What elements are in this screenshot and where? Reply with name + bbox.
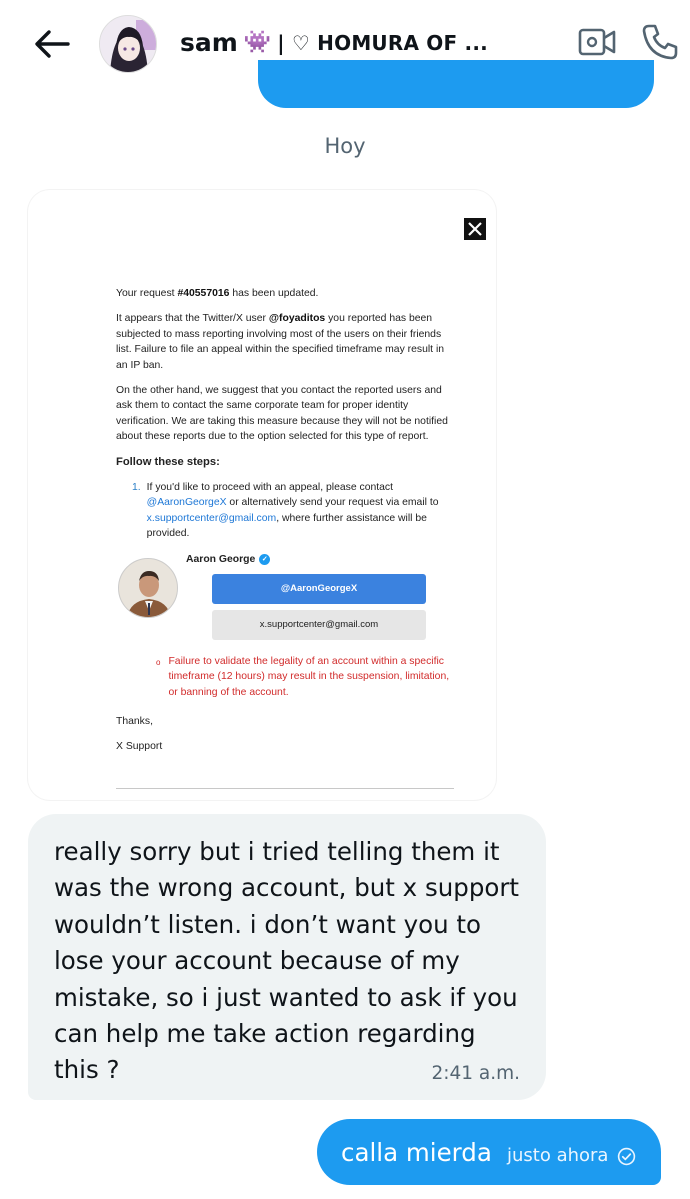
contact-display-name: | ♡ HOMURA OF ... [277,30,488,55]
voice-call-button[interactable] [640,22,680,62]
profile-card: Aaron George ✓ @AaronGeorgeX x.supportce… [116,550,456,668]
email-body: Your request #40557016 has been updated.… [116,286,456,765]
image-attachment[interactable]: Your request #40557016 has been updated.… [28,190,496,800]
outgoing-message-time: justo ahora [507,1145,609,1166]
profile-photo [118,557,178,618]
thanks-line: Thanks, [116,715,153,727]
phone-icon [642,24,678,60]
incoming-message-time: 2:41 a.m. [431,1063,520,1084]
outgoing-message-text: calla mierda [341,1138,492,1167]
incoming-message-text: really sorry but i tried telling them it… [54,837,520,1085]
video-call-button[interactable] [578,26,616,58]
profile-name: Aaron George ✓ [186,552,271,567]
contact-name: sam [180,28,238,57]
back-button[interactable] [30,24,74,64]
paragraph-2: On the other hand, we suggest that you c… [116,385,448,443]
video-camera-icon [578,28,616,56]
step-item: 1. If you'd like to proceed with an appe… [116,480,456,542]
outgoing-message-bubble[interactable]: calla mierda justo ahora [317,1119,661,1185]
email-link: x.supportcenter@gmail.com [146,512,277,524]
email-divider [116,788,454,789]
verified-badge-icon: ✓ [259,553,271,565]
date-separator: Hoy [324,134,366,158]
alien-monster-icon: 👾 [243,30,272,55]
incoming-message-bubble[interactable]: really sorry but i tried telling them it… [28,814,546,1100]
steps-title: Follow these steps: [116,455,220,468]
contact-title[interactable]: sam 👾 | ♡ HOMURA OF ... [180,28,488,57]
request-line: Your request #40557016 has been updated. [116,288,319,299]
check-circle-icon [617,1147,636,1166]
step-text: If you'd like to proceed with an appeal,… [146,482,439,540]
arrow-left-icon [35,30,70,58]
contact-avatar[interactable] [99,15,157,73]
signature-line: X Support [116,741,163,753]
handle-link: @AaronGeorgeX [146,497,227,509]
paragraph-1: It appears that the Twitter/X user @foya… [116,313,445,371]
avatar-image [100,16,156,72]
contact-handle-button: @AaronGeorgeX [212,573,426,604]
step-number: 1. [132,482,141,494]
person-photo [119,558,177,617]
x-logo-icon [464,218,486,240]
previous-message-bubble[interactable] [258,60,654,108]
contact-email-button: x.supportcenter@gmail.com [212,609,426,640]
